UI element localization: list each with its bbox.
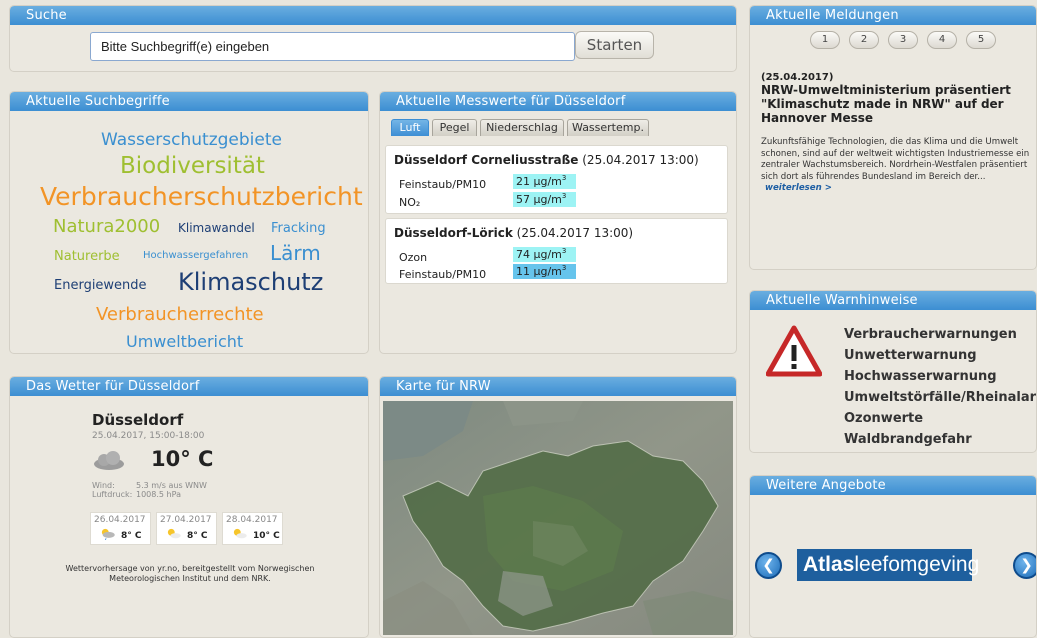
weather-period: 25.04.2017, 15:00-18:00 [92,431,205,441]
atlas-logo-bold: Atlas [803,553,855,576]
sun-cloud-rain-icon [101,528,115,540]
tab-pegel[interactable]: Pegel [432,119,477,136]
forecast-temp: 10° C [253,531,280,541]
search-input[interactable] [90,32,575,61]
tab-niederschlag[interactable]: Niederschlag [480,119,564,136]
reading-label: Feinstaub/PM10 [399,178,487,191]
nrw-satellite-map [383,401,733,635]
news-date: (25.04.2017) [761,72,834,83]
forecast-day: 28.04.2017 10° C [222,512,283,545]
atlas-logo-light: leefomgeving [854,553,980,576]
tag-verbraucherschutzbericht[interactable]: Verbraucherschutzbericht [40,182,363,211]
search-terms-title: Aktuelle Suchbegriffe [10,92,368,111]
station-title: Düsseldorf Corneliusstraße (25.04.2017 1… [394,153,699,167]
reading-value: 57 µg/m3 [513,192,576,207]
news-read-more-link[interactable]: weiterlesen > [761,183,832,193]
tag-verbraucherrechte[interactable]: Verbraucherrechte [96,304,264,325]
station-card: Düsseldorf-Lörick (25.04.2017 13:00) Ozo… [385,218,728,284]
search-panel: Suche Starten [9,5,737,72]
tag-laerm[interactable]: Lärm [270,241,321,265]
search-panel-title: Suche [10,6,736,25]
pressure-value: 1008.5 hPa [136,490,181,499]
warnings-title: Aktuelle Warnhinweise [750,291,1036,310]
measurements-panel: Aktuelle Messwerte für Düsseldorf Luft P… [379,91,737,354]
search-start-button[interactable]: Starten [575,31,654,59]
station-title: Düsseldorf-Lörick (25.04.2017 13:00) [394,226,634,240]
warning-triangle-icon [766,325,822,377]
reading-label: Feinstaub/PM10 [399,268,487,281]
warning-link-hochwasserwarnung[interactable]: Hochwasserwarnung [844,369,997,384]
news-panel: Aktuelle Meldungen 1 2 3 4 5 (25.04.2017… [749,5,1037,270]
wind-value: 5.3 m/s aus WNW [136,481,207,490]
measurements-title: Aktuelle Messwerte für Düsseldorf [380,92,736,111]
reading-value: 21 µg/m3 [513,174,576,189]
sun-cloud-icon [167,528,181,539]
tag-natura2000[interactable]: Natura2000 [53,216,160,237]
tag-energiewende[interactable]: Energiewende [54,278,147,293]
station-card: Düsseldorf Corneliusstraße (25.04.2017 1… [385,145,728,214]
offers-title: Weitere Angebote [750,476,1036,495]
news-page-4[interactable]: 4 [927,31,957,49]
map-title: Karte für NRW [380,377,736,396]
tab-wassertemp[interactable]: Wassertemp. [567,119,649,136]
tag-naturerbe[interactable]: Naturerbe [54,249,120,264]
forecast-date: 27.04.2017 [160,515,212,525]
forecast-day: 26.04.2017 8° C [90,512,151,545]
news-page-5[interactable]: 5 [966,31,996,49]
tab-luft[interactable]: Luft [391,119,429,136]
tag-klimawandel[interactable]: Klimawandel [178,221,255,235]
news-headline[interactable]: NRW-Umweltministerium präsentiert "Klima… [761,83,1031,125]
warning-link-waldbrandgefahr[interactable]: Waldbrandgefahr [844,432,972,447]
reading-label: Ozon [399,251,428,264]
news-page-2[interactable]: 2 [849,31,879,49]
reading-value: 74 µg/m3 [513,247,576,262]
wind-label: Wind: [92,481,115,490]
sun-cloud-icon [233,528,247,539]
reading-label: NO₂ [399,196,421,209]
news-title: Aktuelle Meldungen [750,6,1036,25]
tag-hochwassergefahren[interactable]: Hochwassergefahren [143,250,248,261]
forecast-date: 28.04.2017 [226,515,278,525]
nrw-map[interactable] [383,401,733,635]
tag-fracking[interactable]: Fracking [271,221,326,236]
map-panel: Karte für NRW [379,376,737,638]
news-page-1[interactable]: 1 [810,31,840,49]
reading-value: 11 µg/m3 [513,264,576,279]
offers-panel: Weitere Angebote ❮ Atlasleefomgeving ❯ [749,475,1037,638]
atlas-leefomgeving-logo[interactable]: Atlasleefomgeving [797,549,979,581]
weather-credit: Wettervorhersage von yr.no, bereitgestel… [65,564,315,583]
tag-klimaschutz[interactable]: Klimaschutz [178,268,323,296]
tag-wasserschutzgebiete[interactable]: Wasserschutzgebiete [101,130,282,150]
tag-biodiversitaet[interactable]: Biodiversität [120,153,265,179]
weather-city: Düsseldorf [92,411,184,429]
warnings-panel: Aktuelle Warnhinweise Verbraucherwarnung… [749,290,1037,453]
carousel-next-button[interactable]: ❯ [1013,552,1036,579]
weather-temperature: 10° C [151,447,214,471]
news-page-3[interactable]: 3 [888,31,918,49]
warning-link-umweltstoerfaelle[interactable]: Umweltstörfälle/Rheinalarm [844,390,1036,405]
tag-umweltbericht[interactable]: Umweltbericht [126,332,243,351]
pressure-label: Luftdruck: [92,490,133,499]
forecast-temp: 8° C [187,531,208,541]
forecast-temp: 8° C [121,531,142,541]
search-terms-panel: Aktuelle Suchbegriffe Wasserschutzgebiet… [9,91,369,354]
warning-link-ozonwerte[interactable]: Ozonwerte [844,411,923,426]
carousel-prev-button[interactable]: ❮ [755,552,782,579]
news-body: Zukunftsfähige Technologien, die das Kli… [761,137,1030,193]
weather-panel: Das Wetter für Düsseldorf Düsseldorf 25.… [9,376,369,638]
forecast-date: 26.04.2017 [94,515,146,525]
warning-link-verbraucherwarnungen[interactable]: Verbraucherwarnungen [844,327,1017,342]
warning-link-unwetterwarnung[interactable]: Unwetterwarnung [844,348,977,363]
cloud-icon [94,451,124,470]
forecast-day: 27.04.2017 8° C [156,512,217,545]
weather-title: Das Wetter für Düsseldorf [10,377,368,396]
